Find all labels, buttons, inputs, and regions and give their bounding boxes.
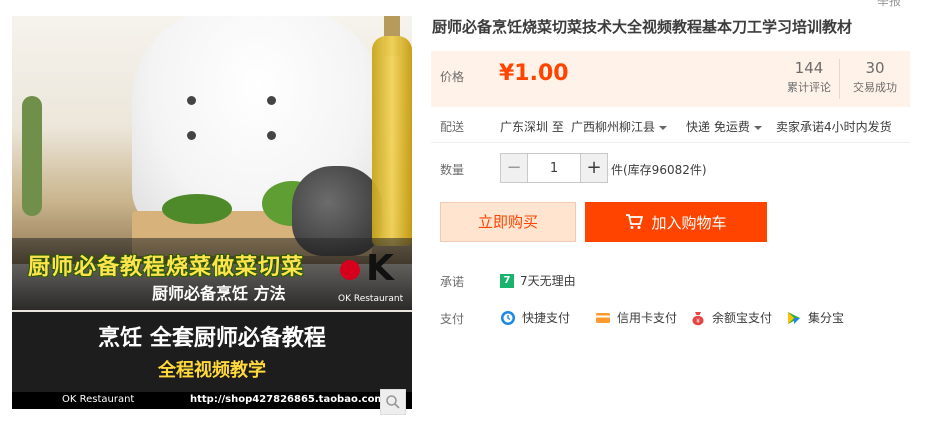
- oil-bottle: [372, 36, 412, 246]
- quantity-input[interactable]: [528, 154, 580, 182]
- magnifier-icon: [386, 395, 400, 409]
- chef-button: [187, 131, 196, 140]
- payment-jifenbao[interactable]: 集分宝: [786, 309, 844, 326]
- shipping-from: 广东深圳 至: [500, 120, 564, 134]
- footer-url: http://shop427826865.taobao.com: [190, 394, 385, 405]
- chef-button: [267, 96, 276, 105]
- commitment-label: 承诺: [440, 275, 465, 289]
- payment-yuebao-label: 余额宝支付: [712, 311, 773, 325]
- chef-button: [187, 96, 196, 105]
- logo-name: OK Restaurant: [338, 294, 404, 304]
- shipping-destination-label: 广西柳州柳江县: [571, 120, 656, 134]
- logo-mark: K: [366, 248, 394, 289]
- add-to-cart-button[interactable]: 加入购物车: [585, 202, 767, 242]
- payment-jifenbao-label: 集分宝: [808, 311, 845, 325]
- add-to-cart-label: 加入购物车: [651, 213, 727, 232]
- divider: [431, 142, 910, 143]
- price-label: 价格: [440, 70, 465, 84]
- commitment-item[interactable]: 7 7天无理由: [500, 272, 576, 289]
- payment-yuebao[interactable]: ¥ 余额宝支付: [690, 309, 772, 326]
- band-title: 烹饪 全套厨师必备教程: [98, 326, 326, 351]
- commitment-text: 7天无理由: [520, 274, 576, 288]
- price-box: 价格 ¥1.00 144 累计评论 30 交易成功: [431, 51, 910, 107]
- product-title: 厨师必备烹饪烧菜切菜技术大全视频教程基本刀工学习培训教材: [432, 18, 853, 36]
- shipping-label: 配送: [440, 120, 465, 134]
- deals-label: 交易成功: [853, 81, 897, 94]
- quantity-label: 数量: [440, 163, 465, 177]
- chef-button: [267, 131, 276, 140]
- chevron-down-icon: [659, 125, 668, 130]
- herb: [22, 96, 42, 216]
- deals-stat: 30 交易成功: [847, 59, 903, 95]
- report-link[interactable]: 举报: [877, 0, 901, 9]
- reviews-stat[interactable]: 144 累计评论: [781, 59, 837, 95]
- money-bag-icon: ¥: [692, 311, 704, 325]
- credit-card-icon: [596, 312, 610, 323]
- banner-title: 厨师必备教程烧菜做菜切菜: [28, 255, 305, 280]
- reviews-label: 累计评论: [787, 81, 831, 94]
- banner-subtitle: 厨师必备烹饪 方法: [152, 284, 286, 303]
- band-subtitle: 全程视频教学: [158, 360, 266, 381]
- chevron-down-icon: [753, 125, 762, 130]
- cart-icon: [626, 214, 644, 229]
- shipping-method[interactable]: 快递 免运费: [686, 118, 762, 135]
- decrease-button[interactable]: −: [501, 154, 528, 182]
- deals-count: 30: [865, 59, 885, 77]
- reviews-count: 144: [794, 59, 824, 77]
- seven-day-icon: 7: [500, 273, 514, 288]
- zoom-button[interactable]: [380, 389, 406, 415]
- stat-divider: [839, 59, 840, 99]
- increase-button[interactable]: +: [580, 154, 607, 182]
- logo-dot: [340, 260, 360, 280]
- price-value: ¥1.00: [499, 61, 569, 86]
- shipping-destination[interactable]: 广西柳州柳江县: [571, 118, 668, 135]
- payment-quick-label: 快捷支付: [522, 311, 571, 325]
- herb: [162, 194, 232, 224]
- payment-credit-label: 信用卡支付: [617, 311, 678, 325]
- payment-quick[interactable]: 快捷支付: [500, 309, 570, 326]
- payment-label: 支付: [440, 312, 465, 326]
- product-image[interactable]: 厨师必备教程烧菜做菜切菜 厨师必备烹饪 方法 K OK Restaurant 烹…: [12, 16, 412, 409]
- svg-text:¥: ¥: [696, 318, 700, 325]
- shipping-promise: 卖家承诺4小时内发货: [776, 120, 892, 134]
- shipping-method-label: 快递 免运费: [686, 120, 750, 134]
- footer-brand: OK Restaurant: [62, 394, 135, 405]
- quantity-stepper: − +: [500, 153, 608, 183]
- quick-pay-icon: [501, 310, 515, 325]
- stock-info: 件(库存96082件): [611, 163, 707, 177]
- buy-now-button[interactable]: 立即购买: [440, 202, 576, 242]
- payment-credit[interactable]: 信用卡支付: [595, 309, 677, 326]
- jifenbao-icon: [788, 311, 800, 324]
